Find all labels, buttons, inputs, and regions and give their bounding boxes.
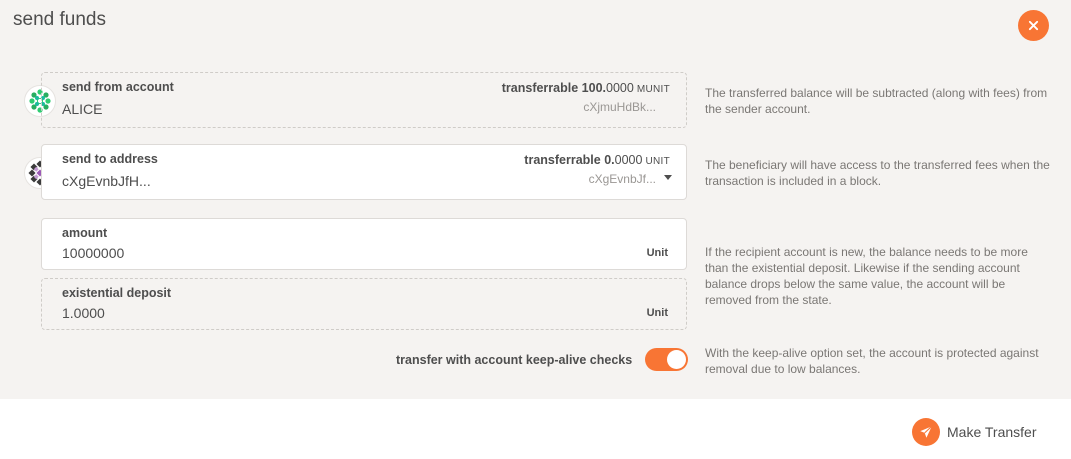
existential-deposit-value: 1.0000 bbox=[62, 305, 105, 321]
toggle-knob bbox=[667, 350, 686, 369]
send-to-address-field[interactable]: send to address cXgEvnbJfH... transferra… bbox=[41, 144, 687, 200]
chevron-down-icon[interactable] bbox=[664, 175, 672, 180]
keepalive-help: With the keep-alive option set, the acco… bbox=[705, 346, 1039, 376]
close-icon bbox=[1028, 20, 1039, 31]
recipient-address: cXgEvnbJf... bbox=[588, 172, 656, 186]
modal-body: send funds send from account ALICE trans… bbox=[0, 0, 1071, 399]
send-from-value: ALICE bbox=[62, 101, 103, 117]
amount-unit[interactable]: Unit bbox=[647, 247, 668, 259]
send-to-value[interactable]: cXgEvnbJfH... bbox=[62, 173, 151, 189]
send-to-label: send to address bbox=[62, 152, 158, 166]
send-to-help: The beneficiary will have access to the … bbox=[705, 158, 1050, 188]
amount-label: amount bbox=[62, 226, 108, 240]
send-from-help: The transferred balance will be subtract… bbox=[705, 86, 1048, 116]
send-from-account-field: send from account ALICE transferrable 10… bbox=[41, 72, 687, 128]
existential-deposit-unit: Unit bbox=[646, 307, 668, 319]
send-from-label: send from account bbox=[62, 80, 174, 94]
close-button[interactable] bbox=[1018, 10, 1049, 41]
existential-deposit-label: existential deposit bbox=[62, 286, 172, 300]
make-transfer-button[interactable]: Make Transfer bbox=[912, 418, 1036, 446]
sender-address: cXjmuHdBk... bbox=[583, 100, 656, 114]
amount-input[interactable]: 10000000 bbox=[62, 245, 124, 261]
existential-deposit-field: existential deposit 1.0000 Unit bbox=[41, 278, 687, 330]
send-icon bbox=[912, 418, 940, 446]
keepalive-toggle[interactable] bbox=[645, 348, 688, 371]
keepalive-label: transfer with account keep-alive checks bbox=[396, 353, 633, 367]
deposit-help: If the recipient account is new, the bal… bbox=[705, 245, 1028, 307]
sender-transferrable: transferrable 100.0000 MUNIT bbox=[501, 81, 670, 95]
recipient-transferrable: transferrable 0.0000 UNIT bbox=[524, 153, 670, 167]
make-transfer-label: Make Transfer bbox=[947, 424, 1037, 440]
amount-field[interactable]: amount 10000000 Unit bbox=[41, 218, 687, 270]
modal-title: send funds bbox=[13, 9, 106, 30]
